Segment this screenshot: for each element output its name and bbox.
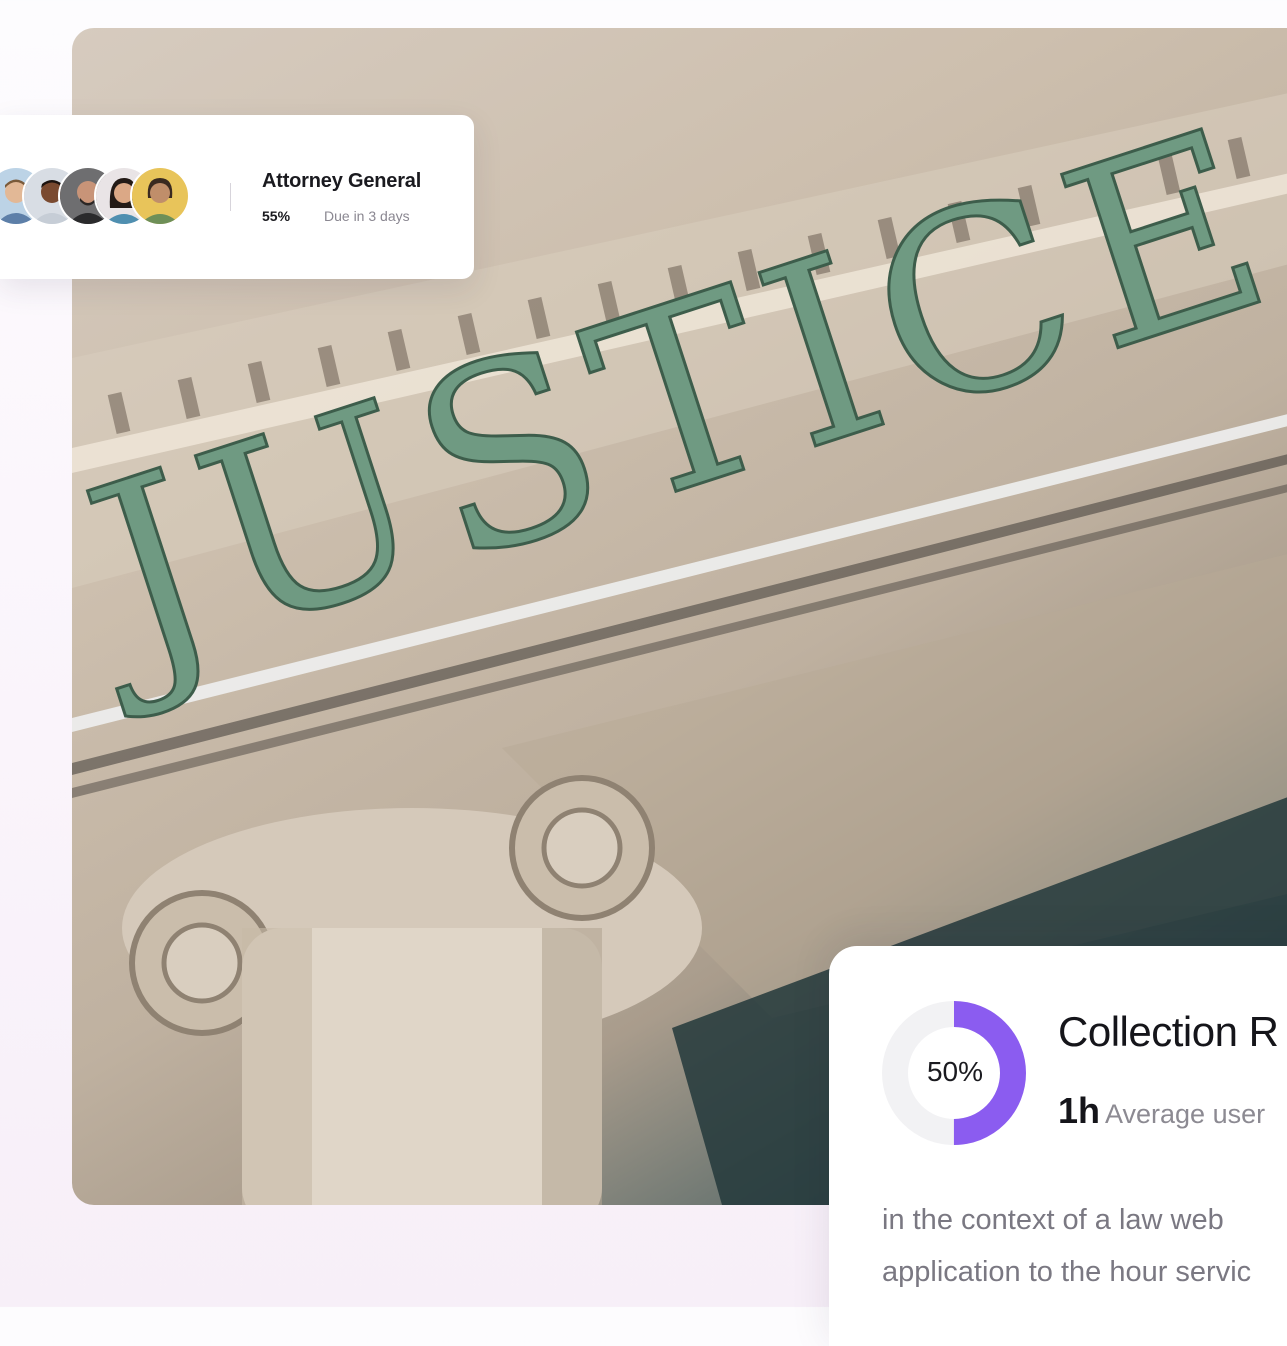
- stat-description: in the context of a law web application …: [882, 1194, 1282, 1298]
- stat-unit: Average user: [1105, 1099, 1266, 1129]
- task-progress-percent: 55%: [262, 208, 291, 224]
- avatar[interactable]: [130, 166, 190, 226]
- donut-label: 50%: [926, 1056, 984, 1087]
- stat-title: Collection R: [1058, 1008, 1279, 1055]
- stat-description-line: in the context of a law web: [882, 1204, 1224, 1236]
- task-title: Attorney General: [262, 170, 422, 192]
- task-due-date: Due in 3 days: [324, 208, 410, 224]
- divider: [230, 183, 231, 211]
- stat-value: 1h: [1058, 1090, 1101, 1131]
- avatar-group[interactable]: [0, 166, 201, 226]
- stat-description-line: application to the hour servic: [882, 1256, 1252, 1288]
